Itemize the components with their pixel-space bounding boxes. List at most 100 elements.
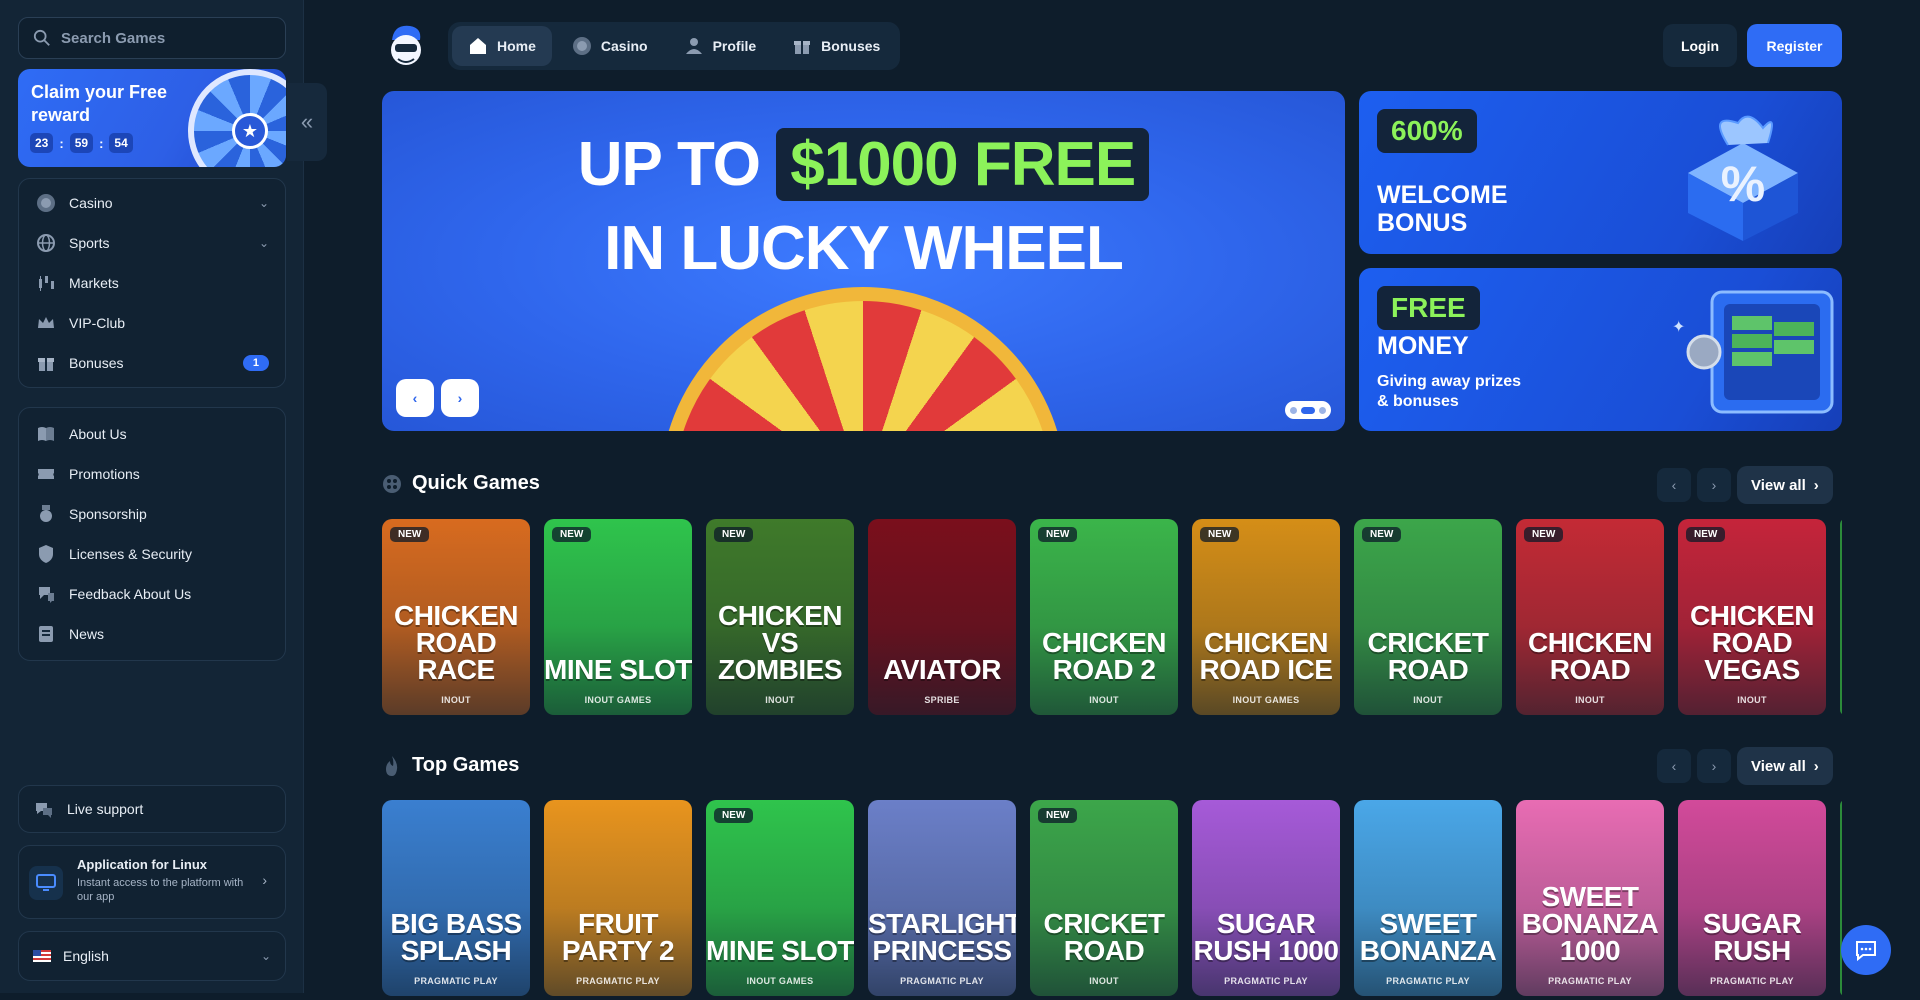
collapse-sidebar-button[interactable]: « (287, 83, 327, 161)
game-tile[interactable]: NEW MINE SLOT INOUT GAMES (544, 519, 692, 715)
top-navigation: Home Casino Profile Bonuses (448, 22, 901, 70)
game-tile-partial[interactable] (1840, 519, 1842, 715)
live-support-button[interactable]: Live support (18, 785, 286, 833)
game-title: CHICKEN ROAD 2 (1041, 627, 1167, 685)
sidebar-item-label: About Us (69, 426, 127, 442)
tab-casino[interactable]: Casino (556, 26, 664, 66)
search-input[interactable] (61, 29, 261, 47)
game-provider: INOUT (1737, 695, 1767, 705)
us-flag-icon (33, 950, 51, 962)
bonuses-count-badge: 1 (242, 355, 269, 371)
game-tile[interactable]: AVIATOR SPRIBE (868, 519, 1016, 715)
info-nav: About Us Promotions Sponsorship Licenses & … (18, 407, 286, 661)
game-title: MINE SLOT (544, 654, 692, 685)
game-tile[interactable]: STARLIGHT PRINCESS PRAGMATIC PLAY (868, 800, 1016, 996)
gift-icon (35, 352, 57, 374)
shield-icon (35, 543, 57, 565)
quick-prev-button[interactable]: ‹ (1657, 468, 1691, 502)
new-badge: NEW (390, 527, 430, 542)
language-selector[interactable]: English ⌄ (18, 931, 286, 981)
sidebar-item-casino[interactable]: Casino ⌄ (19, 183, 285, 223)
game-tile[interactable]: NEW CHICKEN VS ZOMBIES INOUT (706, 519, 854, 715)
chat-button[interactable] (1841, 925, 1891, 975)
game-tile[interactable]: NEW CRICKET ROAD INOUT (1030, 800, 1178, 996)
hero-line-1: UP TO $1000 FREE (382, 128, 1345, 201)
sidebar-item-bonuses[interactable]: Bonuses 1 (19, 343, 285, 383)
new-badge: NEW (552, 527, 592, 542)
free-money-pill: FREE (1377, 286, 1480, 330)
sidebar-item-label: Casino (69, 195, 113, 211)
game-tile[interactable]: SWEET BONANZA PRAGMATIC PLAY (1354, 800, 1502, 996)
login-button[interactable]: Login (1663, 24, 1737, 67)
game-tile[interactable]: SWEET BONANZA 1000 PRAGMATIC PLAY (1516, 800, 1664, 996)
tab-home[interactable]: Home (452, 26, 552, 66)
top-prev-button[interactable]: ‹ (1657, 749, 1691, 783)
user-icon (684, 36, 704, 56)
candles-icon (35, 272, 57, 294)
welcome-bonus-card[interactable]: 600% WELCOME BONUS % (1359, 91, 1842, 254)
monitor-icon (29, 866, 63, 900)
hero-prefix: UP TO (577, 130, 761, 199)
register-button[interactable]: Register (1747, 24, 1842, 67)
site-logo[interactable] (384, 22, 428, 68)
free-money-card[interactable]: FREE MONEY Giving away prizes & bonuses … (1359, 268, 1842, 431)
game-provider: PRAGMATIC PLAY (1548, 976, 1632, 986)
hero-prev-button[interactable]: ‹ (396, 379, 434, 417)
game-title: AVIATOR (883, 654, 1001, 685)
game-tile[interactable]: BIG BASS SPLASH PRAGMATIC PLAY (382, 800, 530, 996)
game-tile[interactable]: NEW CHICKEN ROAD INOUT (1516, 519, 1664, 715)
sidebar-item-markets[interactable]: Markets (19, 263, 285, 303)
linux-app-banner[interactable]: Application for Linux Instant access to … (18, 845, 286, 919)
reward-timer: 23 : 59 : 54 (30, 133, 133, 153)
game-tile[interactable]: SUGAR RUSH PRAGMATIC PLAY (1678, 800, 1826, 996)
game-tile[interactable]: FRUIT PARTY 2 PRAGMATIC PLAY (544, 800, 692, 996)
sidebar-item-feedback-about-us[interactable]: Feedback About Us (19, 574, 285, 614)
game-provider: INOUT GAMES (1232, 695, 1300, 705)
sidebar-item-about-us[interactable]: About Us (19, 414, 285, 454)
game-tile[interactable]: NEW CHICKEN ROAD 2 INOUT (1030, 519, 1178, 715)
claim-reward-banner[interactable]: Claim your Free reward 23 : 59 : 54 ★ (18, 69, 286, 167)
live-support-label: Live support (67, 801, 144, 817)
quick-view-all-button[interactable]: View all › (1737, 466, 1833, 504)
chevron-left-icon: ‹ (1671, 477, 1677, 493)
search-box[interactable] (18, 17, 286, 59)
tab-label: Profile (712, 38, 757, 54)
tab-bonuses[interactable]: Bonuses (776, 26, 896, 66)
hero-pagination-dots[interactable] (1285, 401, 1331, 419)
chevron-right-icon: › (1813, 757, 1819, 775)
game-tile-partial[interactable] (1840, 800, 1842, 996)
tab-profile[interactable]: Profile (668, 26, 773, 66)
game-provider: INOUT (1413, 695, 1443, 705)
game-tile[interactable]: NEW CHICKEN ROAD RACE INOUT (382, 519, 530, 715)
chevron-right-icon: › (1711, 477, 1717, 493)
hero-banner[interactable]: UP TO $1000 FREE IN LUCKY WHEEL ‹ › (382, 91, 1345, 431)
game-tile[interactable]: NEW MINE SLOT INOUT GAMES (706, 800, 854, 996)
sidebar-item-vip-club[interactable]: VIP-Club (19, 303, 285, 343)
new-badge: NEW (1038, 808, 1078, 823)
game-provider: INOUT (1089, 695, 1119, 705)
sidebar-item-sports[interactable]: Sports ⌄ (19, 223, 285, 263)
sidebar-item-sponsorship[interactable]: Sponsorship (19, 494, 285, 534)
top-games-title: Top Games (412, 754, 520, 776)
welcome-bonus-title: WELCOME BONUS (1377, 181, 1508, 237)
sidebar-item-promotions[interactable]: Promotions (19, 454, 285, 494)
game-title: CHICKEN ROAD ICE (1199, 627, 1333, 685)
top-view-all-button[interactable]: View all › (1737, 747, 1833, 785)
game-tile[interactable]: NEW CHICKEN ROAD VEGAS INOUT (1678, 519, 1826, 715)
tab-label: Bonuses (821, 38, 881, 54)
quick-next-button[interactable]: › (1697, 468, 1731, 502)
top-next-button[interactable]: › (1697, 749, 1731, 783)
sidebar: Claim your Free reward 23 : 59 : 54 ★ « … (0, 0, 327, 993)
game-tile[interactable]: NEW CRICKET ROAD INOUT (1354, 519, 1502, 715)
hero-next-button[interactable]: › (441, 379, 479, 417)
game-tile[interactable]: NEW CHICKEN ROAD ICE INOUT GAMES (1192, 519, 1340, 715)
sidebar-item-news[interactable]: News (19, 614, 285, 654)
quick-games-row: NEW CHICKEN ROAD RACE INOUT NEW MINE SLOT INO… (382, 519, 1842, 719)
quick-games-heading: Quick Games (382, 472, 540, 495)
game-provider: SPRIBE (924, 695, 960, 705)
game-tile[interactable]: SUGAR RUSH 1000 PRAGMATIC PLAY (1192, 800, 1340, 996)
top-games-row: BIG BASS SPLASH PRAGMATIC PLAY FRUIT PARTY… (382, 800, 1842, 1000)
casino-chip-icon (35, 192, 57, 214)
game-title: CHICKEN ROAD VEGAS (1689, 600, 1815, 685)
sidebar-item-licenses-security[interactable]: Licenses & Security (19, 534, 285, 574)
